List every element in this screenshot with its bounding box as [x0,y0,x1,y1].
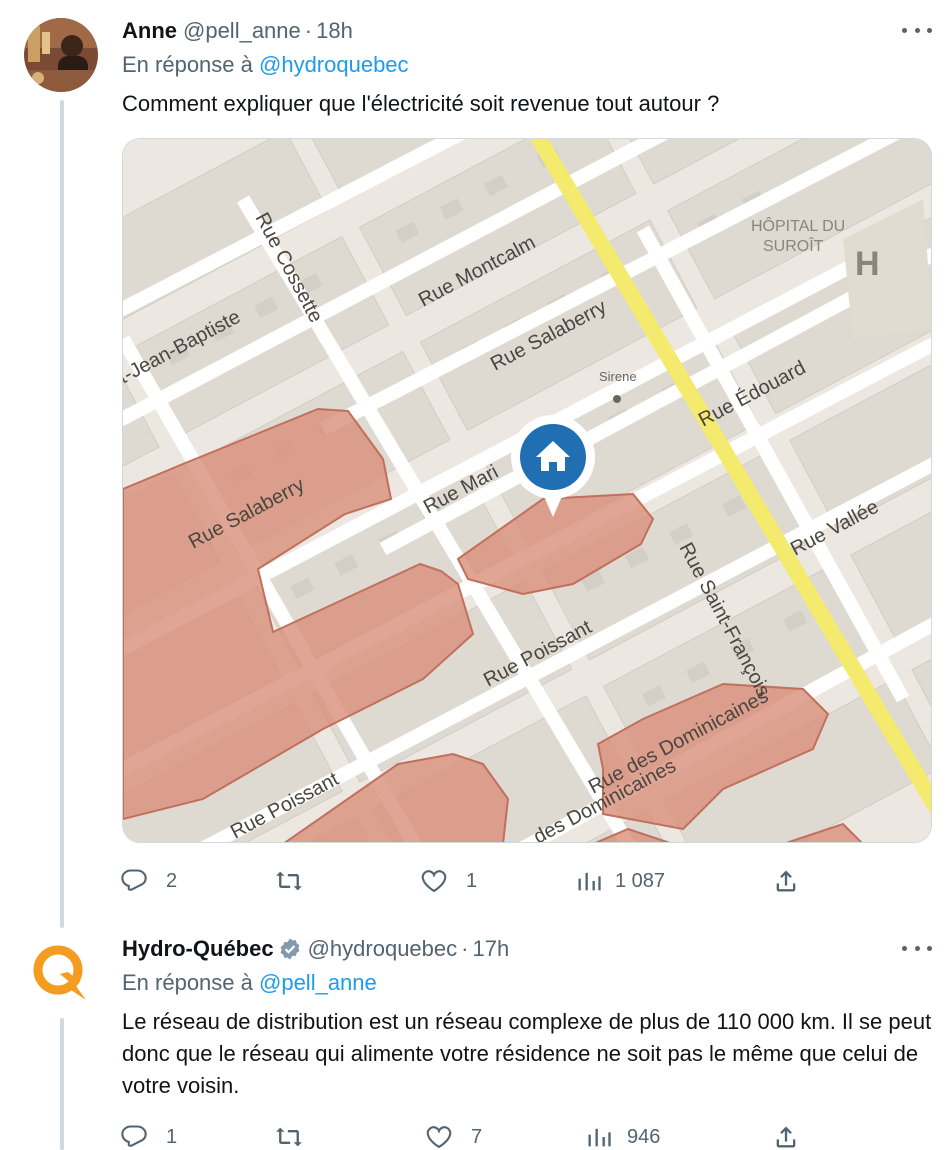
share-icon [776,870,796,892]
views-icon [588,1128,611,1147]
author-handle[interactable]: @pell_anne [183,18,301,44]
share-button[interactable] [772,866,800,896]
like-count: 7 [471,1125,483,1148]
map-image[interactable]: HÔPITAL DU SUROÎT H Rue Montcalm Rue Cos… [122,138,932,843]
hydro-quebec-logo [33,945,86,1000]
like-button[interactable]: 7 [425,1122,482,1150]
views-count: 1 087 [615,869,666,892]
reply-mention-link[interactable]: @pell_anne [259,970,377,995]
avatar[interactable] [24,18,98,92]
reply-icon [121,1125,147,1147]
retweet-button[interactable] [275,866,321,896]
author-name[interactable]: Anne [122,18,177,44]
author-name[interactable]: Hydro-Québec [122,936,274,962]
retweet-icon [276,871,302,891]
views-icon [578,872,601,891]
retweet-icon [276,1127,302,1147]
map-label-hospital: HÔPITAL DU [751,216,845,235]
reply-mention-link[interactable]: @hydroquebec [259,52,409,77]
tweet-text: Le réseau de distribution est un réseau … [122,1009,932,1098]
timestamp[interactable]: 17h [472,936,509,962]
tweet-header: Hydro-Québec @hydroquebec · 17h [122,934,932,964]
reply-context: En réponse à @pell_anne [122,970,932,1000]
tweet-text: Comment expliquer que l'électricité soit… [122,91,720,116]
like-icon [426,1126,452,1149]
views-button[interactable]: 946 [585,1122,660,1150]
map-label-sirene: Sirene [599,369,637,384]
reply-button[interactable]: 2 [120,866,177,896]
share-icon [776,1126,796,1148]
reply-count: 2 [166,869,178,892]
tweet-anne[interactable]: Anne @pell_anne · 18h En réponse à @hydr… [0,16,952,906]
tweet-actions: 1 7 946 [120,1122,800,1150]
reply-icon [121,869,147,891]
like-button[interactable]: 1 [420,866,477,896]
timestamp[interactable]: 18h [316,18,353,44]
separator: · [461,936,469,961]
author-handle[interactable]: @hydroquebec [308,936,458,962]
retweet-button[interactable] [275,1122,321,1150]
tweet-actions: 2 1 1 087 [120,866,800,896]
like-count: 1 [466,869,478,892]
tweet-hydroquebec[interactable]: Hydro-Québec @hydroquebec · 17h En répon… [0,934,952,1150]
tweet-header: Anne @pell_anne · 18h [122,16,932,46]
more-icon[interactable] [902,936,932,960]
share-button[interactable] [772,1122,800,1150]
reply-context: En réponse à @hydroquebec [122,52,932,82]
avatar[interactable] [24,934,98,1008]
map-label-hospital-2: SUROÎT [763,236,824,255]
more-icon[interactable] [902,18,932,42]
avatar-photo [24,18,98,92]
reply-button[interactable]: 1 [120,1122,177,1150]
reply-prefix: En réponse à [122,970,253,995]
reply-count: 1 [166,1125,178,1148]
map-svg: HÔPITAL DU SUROÎT H Rue Montcalm Rue Cos… [123,139,931,842]
views-count: 946 [627,1125,661,1148]
map-label-hospital-h: H [855,245,880,283]
separator: · [304,18,313,43]
views-button[interactable]: 1 087 [575,866,665,896]
like-icon [421,870,447,893]
reply-prefix: En réponse à [122,52,253,77]
verified-icon [280,938,299,960]
